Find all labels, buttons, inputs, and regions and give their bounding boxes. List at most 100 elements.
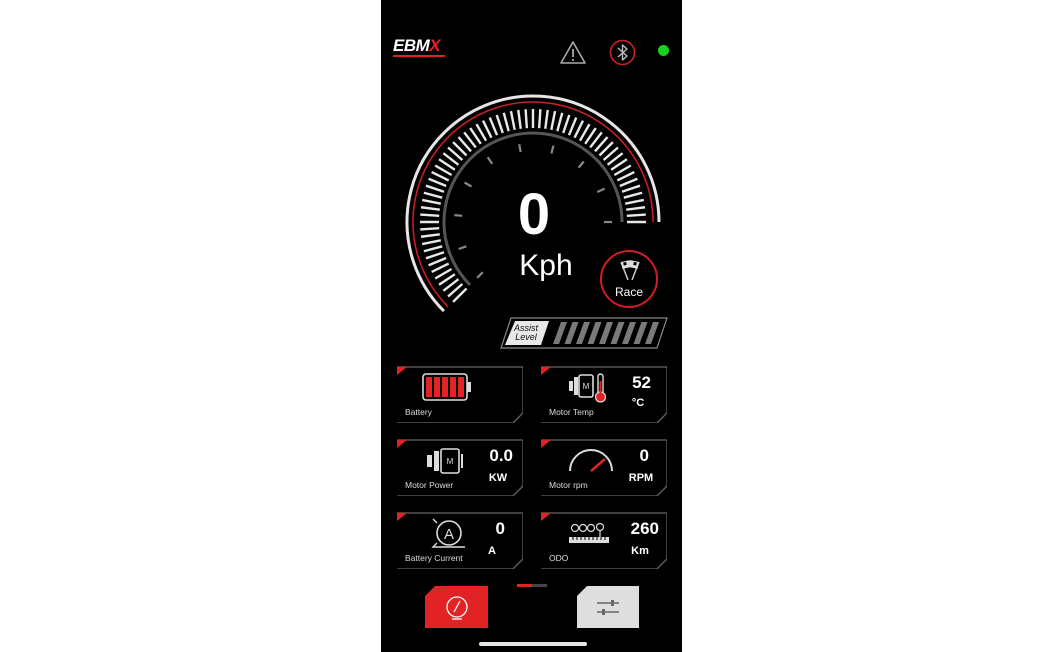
svg-text:M: M [447,457,454,466]
gauge-tick [556,112,564,132]
battery-bar [442,377,448,397]
gauge-tick [619,177,638,188]
motor-temp-value: 52 [632,373,651,392]
speed-unit: Kph [519,249,573,282]
svg-text:A: A [444,526,454,543]
assist-level-segment [587,322,602,344]
gauge-tick [537,109,542,129]
battery-caption: Battery [405,407,432,417]
gauge-scale-marker [464,181,473,188]
checkered-flags-icon [620,260,640,281]
home-indicator[interactable] [479,642,587,646]
gauge-tick [567,117,578,136]
assist-level-segment [645,322,659,344]
gauge-scale-marker [577,160,585,169]
motor-temp-card[interactable]: M 52 °C Motor Temp [539,365,667,423]
gauge-tick [420,213,440,218]
race-mode-label: Race [614,285,643,299]
motor-temperature-icon: M [569,373,607,403]
warning-triangle-icon[interactable] [559,40,587,66]
motor-temp-unit: °C [631,397,645,409]
motor-icon: M [427,448,463,474]
gauge-tick [488,117,499,136]
gauge-tick [550,110,557,131]
battery-current-unit: A [488,545,496,557]
page-indicator [517,584,547,587]
motor-rpm-caption: Motor rpm [549,480,588,490]
gauge-tick [495,114,504,134]
gauge-tick [420,233,440,238]
motor-temp-caption: Motor Temp [549,407,594,417]
gauge-tick [420,226,440,231]
gauge-tick [623,191,643,199]
assist-level-label: Assist Level [513,323,538,342]
motor-power-card[interactable]: M 0.0 KW Motor Power [395,438,523,496]
svg-text:M: M [583,382,590,391]
battery-current-value: 0 [495,519,505,538]
gauge-scale-marker [476,271,484,279]
assist-level-segment [633,322,648,344]
odometer-value: 260 [630,519,659,538]
tachometer-icon [569,449,613,472]
battery-current-card[interactable]: A 0 A Battery Current [395,511,523,569]
gauge-tick [423,191,443,199]
gauge-tick [509,110,516,131]
ammeter-icon: A [431,518,465,548]
gauge-tick [421,239,442,246]
odometer-caption: ODO [549,553,569,563]
gauge-scale-marker [518,144,522,153]
gauge-tick [517,109,522,129]
ebmx-logo: EBMX [393,36,441,55]
assist-level-segment [553,322,567,344]
odometer-route-icon [569,522,609,543]
gauge-tick [431,170,450,182]
odometer-card[interactable]: 260 Km ODO [539,511,667,569]
assist-level-segment [599,322,613,344]
motor-rpm-unit: RPM [628,472,654,484]
gauge-scale-marker [458,245,467,251]
gauge-tick [621,184,641,193]
gauge-tick [626,206,646,211]
connection-status-indicator [658,45,669,56]
battery-bar [434,377,440,397]
battery-current-caption: Battery Current [405,553,463,563]
race-mode-button[interactable]: Race [600,250,658,308]
battery-bar [426,377,432,397]
logo-underline [392,55,446,57]
gauge-scale-marker [596,187,606,193]
motor-power-value: 0.0 [489,446,513,465]
gauge-tick [573,120,585,139]
bluetooth-icon[interactable] [609,39,636,66]
gauge-tick [502,112,510,132]
gauge-tick [428,256,447,267]
assist-level-segment [610,322,625,344]
speed-value: 0 [517,182,551,247]
motor-rpm-value: 0 [639,446,649,465]
gauge-tick [428,177,447,188]
battery-card[interactable]: Battery [395,365,523,423]
motor-rpm-card[interactable]: 0 RPM Motor rpm [539,438,667,496]
battery-icon [422,373,471,401]
gauge-tick [420,206,440,211]
gauge-tick [425,251,445,260]
gauge-tick [481,120,493,139]
gauge-scale-marker [486,156,494,165]
gauge-tick [616,170,635,182]
gauge-tick [624,198,645,205]
odometer-unit: Km [631,545,649,557]
gauge-scale-marker [550,145,555,154]
gauge-tick [431,262,450,274]
motor-power-unit: KW [488,472,508,484]
assist-level-segment [622,322,636,344]
gauge-tick [421,198,442,205]
gauge-tick [425,184,445,193]
assist-level-segment [564,322,579,344]
gauge-scale-marker [454,214,463,217]
battery-bar [458,377,464,397]
gauge-tick [544,109,549,129]
battery-bar [450,377,456,397]
gauge-tick [524,109,529,129]
tab-settings[interactable] [577,586,639,628]
assist-level-segment [576,322,590,344]
tab-dashboard[interactable] [425,586,488,628]
